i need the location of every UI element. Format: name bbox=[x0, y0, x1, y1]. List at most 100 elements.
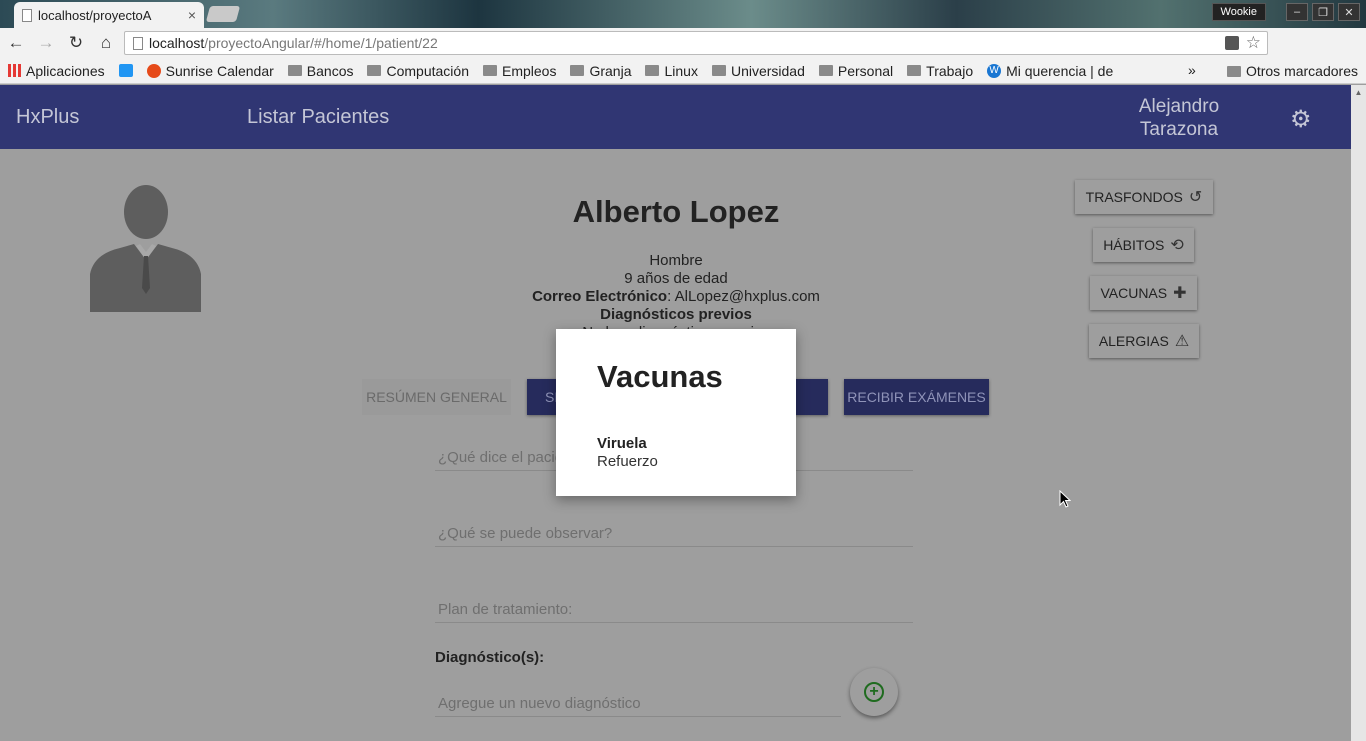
address-bar[interactable]: localhost/proyectoAngular/#/home/1/patie… bbox=[124, 31, 1268, 55]
patient-email: AlLopez@hxplus.com bbox=[674, 288, 820, 305]
bookmark-label: Universidad bbox=[730, 62, 805, 79]
prev-diagnoses-label: Diagnósticos previos bbox=[426, 306, 926, 324]
close-window-icon[interactable]: ✕ bbox=[1338, 3, 1360, 21]
folder-icon bbox=[1226, 65, 1241, 77]
add-diagnosis-button[interactable]: + bbox=[850, 668, 898, 716]
bookmark-label: Computación bbox=[386, 62, 469, 79]
bookmark-apps[interactable]: Aplicaciones bbox=[8, 63, 105, 79]
vacunas-button[interactable]: VACUNAS ✚ bbox=[1090, 276, 1197, 310]
button-label: VACUNAS bbox=[1100, 285, 1168, 301]
patient-name: Alberto Lopez bbox=[572, 194, 780, 229]
patient-email-row: Correo Electrónico: AlLopez@hxplus.com bbox=[532, 288, 820, 305]
nav-list-patients[interactable]: Listar Pacientes bbox=[247, 106, 389, 129]
bookmark-folder[interactable]: Empleos bbox=[482, 62, 557, 79]
bookmark-label: Granja bbox=[589, 62, 632, 79]
apps-icon bbox=[8, 64, 21, 77]
bookmark-folder[interactable]: Bancos bbox=[287, 62, 354, 79]
home-icon[interactable]: ⌂ bbox=[92, 33, 120, 53]
restore-icon[interactable]: ❐ bbox=[1312, 3, 1334, 21]
url-path: /proyectoAngular/#/home/1/patient/22 bbox=[204, 35, 438, 51]
bookmark-label: Empleos bbox=[501, 62, 557, 79]
url-text: localhost/proyectoAngular/#/home/1/patie… bbox=[149, 35, 438, 51]
gear-icon[interactable]: ⚙ bbox=[1290, 105, 1312, 134]
bookmark-label: Bancos bbox=[306, 62, 354, 79]
tab-recibir[interactable]: RECIBIR EXÁMENES bbox=[844, 379, 989, 415]
vaccine-detail: Refuerzo bbox=[597, 453, 658, 470]
other-bookmarks[interactable]: Otros marcadores bbox=[1226, 63, 1358, 79]
dialog-title: Vacunas bbox=[597, 359, 723, 394]
bookmark-label: Aplicaciones bbox=[26, 62, 105, 79]
prev-diagnoses-heading: Diagnósticos previos bbox=[600, 306, 752, 323]
vacunas-dialog[interactable]: Vacunas Viruela Refuerzo bbox=[556, 329, 796, 496]
new-diagnosis-input[interactable]: Agregue un nuevo diagnóstico bbox=[435, 695, 841, 717]
bookmark-label: Mi querencia | de bbox=[1006, 62, 1114, 79]
app-brand[interactable]: HxPlus bbox=[16, 106, 79, 129]
folder-icon bbox=[711, 65, 726, 76]
plus-icon: + bbox=[864, 682, 884, 702]
trasfondos-button[interactable]: TRASFONDOS ↺ bbox=[1075, 180, 1213, 214]
patient-gender: Hombre bbox=[649, 252, 703, 269]
objective-input[interactable]: ¿Qué se puede observar? bbox=[435, 525, 913, 547]
browser-tab[interactable]: localhost/proyectoA × bbox=[14, 2, 204, 28]
warning-icon: ⚠ bbox=[1174, 333, 1190, 350]
habitos-button[interactable]: HÁBITOS ⟲ bbox=[1093, 228, 1194, 262]
button-label: TRASFONDOS bbox=[1085, 189, 1183, 205]
email-label: Correo Electrónico bbox=[532, 288, 668, 305]
folder-icon bbox=[818, 65, 833, 76]
bookmark-label: Trabajo bbox=[926, 62, 974, 79]
scroll-up-icon[interactable]: ▲ bbox=[1351, 88, 1366, 97]
browser-toolbar: ← → ↻ ⌂ localhost/proyectoAngular/#/home… bbox=[0, 28, 1366, 80]
folder-icon bbox=[482, 65, 497, 76]
bookmark-twitter[interactable] bbox=[118, 64, 133, 77]
bookmark-folder[interactable]: Granja bbox=[570, 63, 631, 79]
more-bookmarks-icon[interactable]: » bbox=[1188, 62, 1196, 78]
profile-name[interactable]: Wookie bbox=[1211, 3, 1266, 21]
diagnosis-label: Diagnóstico(s): bbox=[435, 649, 545, 666]
tab-resumen[interactable]: RESÚMEN GENERAL bbox=[362, 379, 511, 415]
minimize-icon[interactable]: – bbox=[1286, 3, 1308, 21]
star-icon[interactable]: ☆ bbox=[1246, 33, 1261, 53]
bookmark-folder[interactable]: Universidad bbox=[711, 62, 805, 79]
tab-title: localhost/proyectoA bbox=[38, 7, 152, 23]
bookmark-sunrise[interactable]: Sunrise Calendar bbox=[146, 62, 274, 79]
mouse-cursor bbox=[1059, 490, 1071, 508]
folder-icon bbox=[907, 65, 922, 76]
bookmarks-bar: Aplicaciones Sunrise Calendar Bancos Com… bbox=[0, 58, 1366, 84]
patient-age: 9 años de edad bbox=[624, 270, 728, 287]
twitter-icon bbox=[118, 64, 133, 77]
reload-icon[interactable]: ↻ bbox=[62, 33, 90, 53]
bookmark-folder[interactable]: Trabajo bbox=[907, 63, 973, 79]
new-tab-button[interactable] bbox=[205, 6, 241, 22]
key-icon[interactable] bbox=[1225, 36, 1239, 50]
page-icon bbox=[133, 36, 143, 50]
folder-icon bbox=[287, 65, 302, 76]
bandage-icon: ✚ bbox=[1173, 285, 1187, 302]
forward-icon[interactable]: → bbox=[32, 33, 60, 53]
button-label: HÁBITOS bbox=[1103, 237, 1165, 253]
alergias-button[interactable]: ALERGIAS ⚠ bbox=[1089, 324, 1199, 358]
folder-icon bbox=[367, 65, 382, 76]
bookmark-label: Personal bbox=[837, 62, 894, 79]
folder-icon bbox=[645, 65, 660, 76]
bookmark-label: Sunrise Calendar bbox=[165, 62, 274, 79]
refresh-icon: ⟲ bbox=[1170, 237, 1184, 254]
url-host: localhost bbox=[149, 35, 205, 51]
bookmark-folder[interactable]: Personal bbox=[818, 62, 894, 79]
button-label: ALERGIAS bbox=[1098, 333, 1169, 349]
vaccine-name: Viruela bbox=[597, 435, 647, 452]
bookmark-label: Linux bbox=[664, 62, 698, 79]
bookmark-label: Otros marcadores bbox=[1245, 63, 1358, 79]
sunrise-icon bbox=[146, 63, 161, 78]
tab-close-icon[interactable]: × bbox=[188, 7, 196, 23]
plan-input[interactable]: Plan de tratamiento: bbox=[435, 601, 913, 623]
bookmark-folder[interactable]: Computación bbox=[367, 63, 469, 79]
page-scrollbar[interactable]: ▲ bbox=[1351, 85, 1366, 741]
folder-icon bbox=[570, 65, 585, 76]
bookmark-folder[interactable]: Linux bbox=[645, 62, 698, 79]
page-icon bbox=[22, 8, 32, 22]
back-icon[interactable]: ← bbox=[2, 33, 30, 53]
user-name[interactable]: Alejandro Tarazona bbox=[1130, 95, 1228, 141]
bookmark-wordpress[interactable]: W Mi querencia | de bbox=[987, 63, 1113, 79]
browser-tab-strip: localhost/proyectoA × Wookie – ❐ ✕ bbox=[0, 0, 1366, 28]
patient-avatar bbox=[90, 182, 201, 312]
